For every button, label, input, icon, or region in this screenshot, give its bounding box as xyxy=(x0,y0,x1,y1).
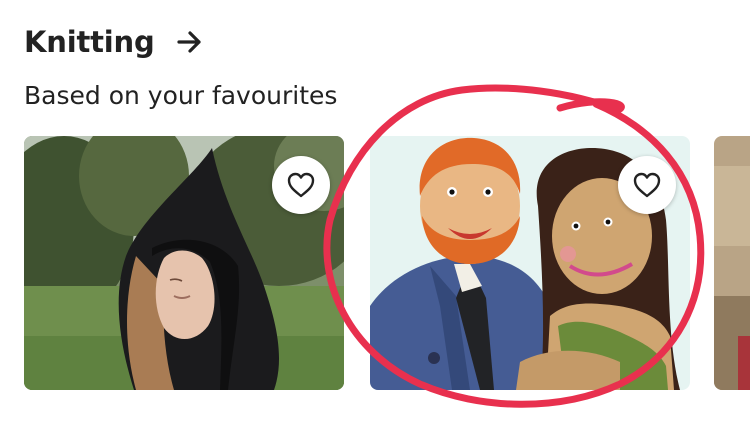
listing-card[interactable] xyxy=(370,136,690,390)
favourite-button[interactable] xyxy=(618,156,676,214)
favourite-button[interactable] xyxy=(272,156,330,214)
section-subtitle: Based on your favourites xyxy=(24,81,338,110)
heart-outline-icon xyxy=(633,172,661,198)
section-header[interactable]: Knitting xyxy=(24,22,203,62)
heart-outline-icon xyxy=(287,172,315,198)
arrow-right-icon[interactable] xyxy=(176,31,203,53)
listing-image[interactable] xyxy=(714,136,750,390)
section-title[interactable]: Knitting xyxy=(24,22,155,62)
listing-card[interactable] xyxy=(24,136,344,390)
listing-card[interactable] xyxy=(714,136,750,390)
